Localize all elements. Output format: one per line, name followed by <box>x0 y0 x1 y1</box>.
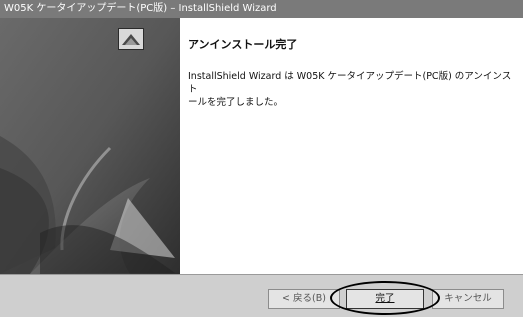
banner-graphic <box>0 18 180 274</box>
window-title: W05K ケータイアップデート(PC版) – InstallShield Wiz… <box>4 3 277 14</box>
cancel-button[interactable]: キャンセル <box>432 289 504 309</box>
button-bar: < 戻る(B) 完了 キャンセル <box>0 274 523 317</box>
installer-window: W05K ケータイアップデート(PC版) – InstallShield Wiz… <box>0 0 523 317</box>
cancel-button-label: キャンセル <box>444 293 492 304</box>
finish-button-label: 完了 <box>375 293 395 304</box>
page-heading: アンインストール完了 <box>188 38 298 51</box>
installshield-logo-icon <box>118 28 144 50</box>
wizard-side-banner <box>0 18 180 274</box>
title-bar: W05K ケータイアップデート(PC版) – InstallShield Wiz… <box>0 0 523 18</box>
finish-button[interactable]: 完了 <box>346 289 424 309</box>
wizard-content: アンインストール完了 InstallShield Wizard は W05K ケ… <box>180 18 523 274</box>
back-button-label: < 戻る(B) <box>282 293 326 304</box>
back-button[interactable]: < 戻る(B) <box>268 289 340 309</box>
completion-message: InstallShield Wizard は W05K ケータイアップデート(P… <box>188 71 512 108</box>
